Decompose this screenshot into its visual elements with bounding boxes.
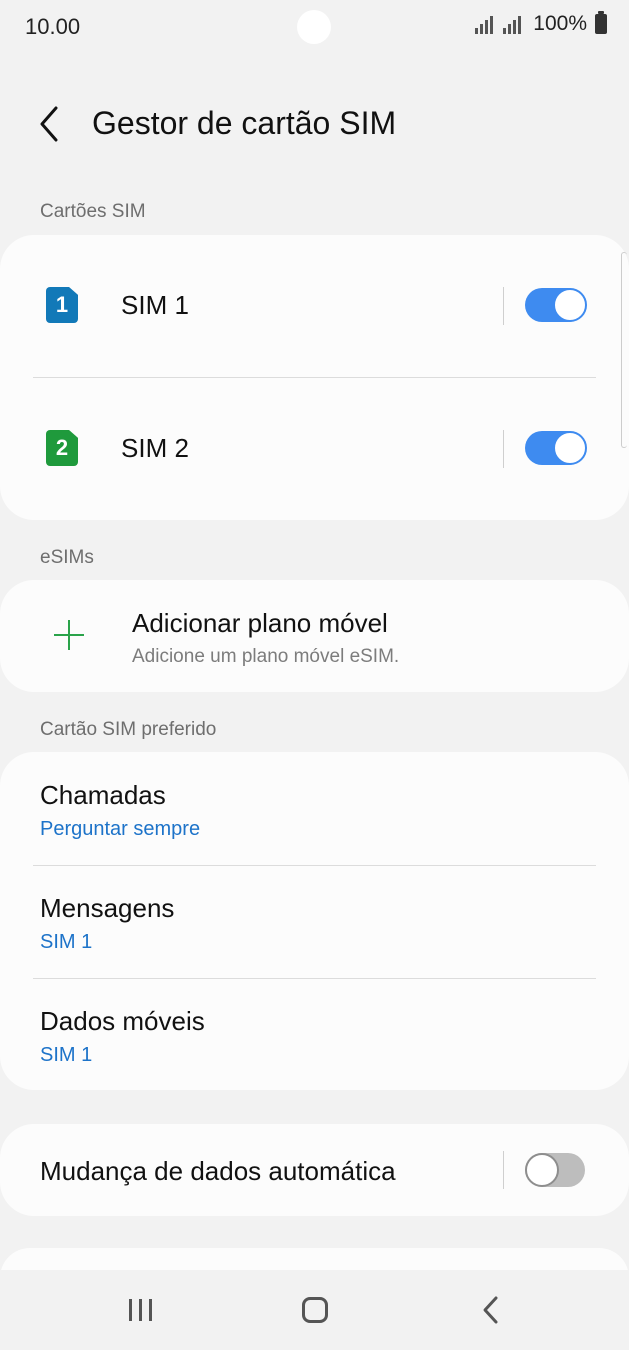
- battery-percent: 100%: [533, 12, 587, 35]
- auto-data-switch-title: Mudança de dados automática: [40, 1156, 396, 1186]
- home-icon: [302, 1297, 328, 1323]
- nav-back-button[interactable]: [466, 1288, 516, 1332]
- back-button[interactable]: [30, 102, 70, 146]
- mobile-data-row[interactable]: Dados móveis SIM 1: [0, 979, 629, 1090]
- signal-sim1-icon: [475, 14, 494, 34]
- auto-data-switch-toggle[interactable]: [525, 1153, 585, 1187]
- toggle-knob: [525, 1153, 559, 1187]
- recents-button[interactable]: [115, 1288, 165, 1332]
- section-label-esims: eSIMs: [40, 547, 94, 568]
- plus-icon: [52, 618, 86, 652]
- sim-1-label: SIM 1: [121, 290, 189, 320]
- section-label-preferred-sim: Cartão SIM preferido: [40, 719, 217, 740]
- app-header: Gestor de cartão SIM: [0, 88, 629, 160]
- home-button[interactable]: [290, 1288, 340, 1332]
- sim-2-label: SIM 2: [121, 433, 189, 463]
- calls-title: Chamadas: [40, 780, 166, 810]
- mobile-data-title: Dados móveis: [40, 1006, 205, 1036]
- calls-row[interactable]: Chamadas Perguntar sempre: [0, 752, 629, 865]
- scroll-indicator: [621, 252, 627, 448]
- chevron-left-icon: [40, 106, 58, 142]
- divider: [503, 430, 504, 468]
- sim-1-icon: 1: [46, 287, 78, 323]
- divider: [503, 1151, 504, 1189]
- messages-row[interactable]: Mensagens SIM 1: [0, 866, 629, 978]
- divider: [503, 287, 504, 325]
- signal-sim2-icon: [503, 14, 522, 34]
- messages-value: SIM 1: [40, 931, 93, 953]
- recents-icon: [128, 1299, 152, 1321]
- sim-row-1[interactable]: 1 SIM 1: [0, 257, 629, 357]
- section-label-sim-cards: Cartões SIM: [40, 201, 146, 222]
- add-mobile-plan-row[interactable]: Adicionar plano móvel Adicione um plano …: [0, 580, 629, 692]
- back-icon: [483, 1296, 498, 1324]
- camera-cutout: [297, 10, 331, 44]
- sim-2-toggle[interactable]: [525, 431, 587, 465]
- status-time: 10.00: [25, 14, 81, 39]
- status-bar: 10.00 100%: [0, 0, 629, 56]
- mobile-data-value: SIM 1: [40, 1044, 93, 1066]
- messages-title: Mensagens: [40, 893, 175, 923]
- navigation-bar: [0, 1270, 629, 1350]
- calls-value: Perguntar sempre: [40, 818, 201, 840]
- status-icons: 100%: [475, 11, 607, 36]
- sim-2-icon: 2: [46, 430, 78, 466]
- add-mobile-plan-subtitle: Adicione um plano móvel eSIM.: [132, 646, 400, 667]
- toggle-knob: [553, 431, 587, 465]
- toggle-knob: [553, 288, 587, 322]
- sim-1-toggle[interactable]: [525, 288, 587, 322]
- auto-data-switch-row[interactable]: Mudança de dados automática: [0, 1124, 629, 1216]
- divider: [33, 377, 596, 378]
- page-title: Gestor de cartão SIM: [92, 105, 397, 141]
- add-mobile-plan-title: Adicionar plano móvel: [132, 608, 388, 638]
- sim-row-2[interactable]: 2 SIM 2: [0, 400, 629, 500]
- sim-cards-card: 1 SIM 1 2 SIM 2: [0, 235, 629, 520]
- battery-icon: [595, 11, 607, 34]
- preferred-sim-card: Chamadas Perguntar sempre Mensagens SIM …: [0, 752, 629, 1090]
